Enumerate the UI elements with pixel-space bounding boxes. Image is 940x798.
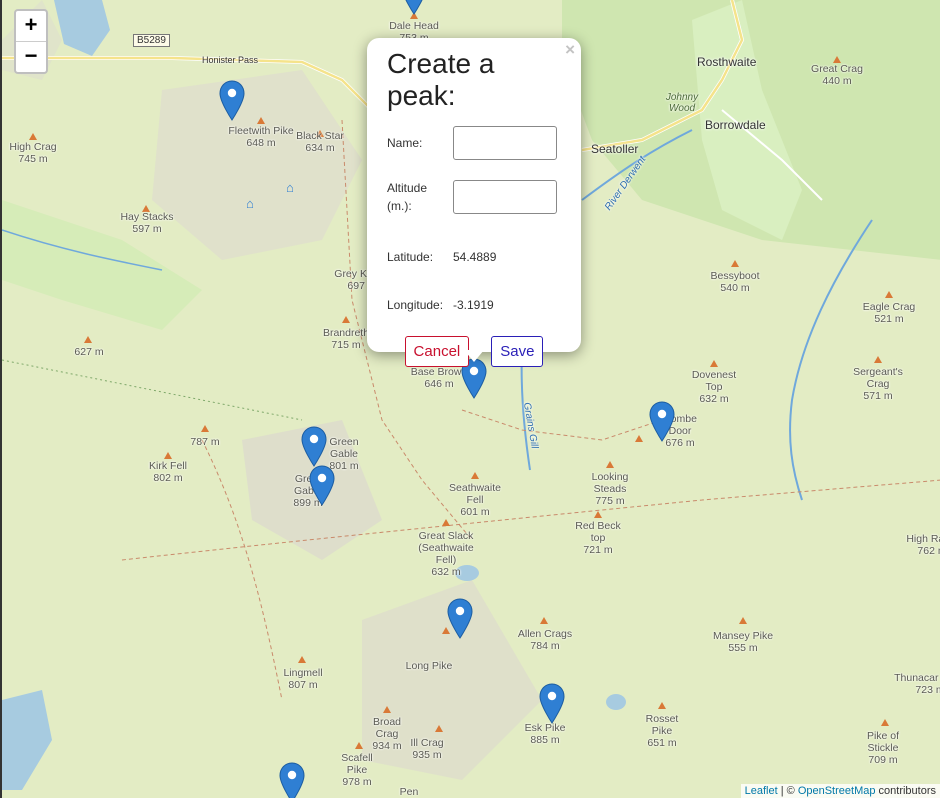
peak-label: Long Pike — [405, 660, 453, 672]
peak-triangle — [342, 316, 350, 323]
hut-icon: ⌂ — [246, 196, 254, 211]
peak-triangle — [298, 656, 306, 663]
peak-label: Broad Crag 934 m — [372, 716, 402, 752]
popup-tip — [464, 350, 484, 362]
latitude-value: 54.4889 — [453, 250, 497, 264]
peak-triangle — [739, 617, 747, 624]
peak-label: Seathwaite Fell 601 m — [449, 482, 501, 518]
latitude-label: Latitude: — [387, 250, 434, 264]
peak-label: Kirk Fell 802 m — [149, 460, 187, 484]
peak-triangle — [471, 472, 479, 479]
cancel-button[interactable]: Cancel — [404, 336, 470, 367]
peak-triangle — [606, 461, 614, 468]
peak-triangle — [84, 336, 92, 343]
latitude-row: Latitude: 54.4889 — [387, 248, 561, 266]
close-icon[interactable]: × — [565, 40, 575, 60]
map-marker[interactable] — [447, 598, 473, 639]
map[interactable]: Rosthwaite Borrowdale Seatoller Johnny W… — [0, 0, 940, 798]
altitude-label: Altitude (m.): — [387, 181, 428, 213]
peak-label: Esk Pike 885 m — [524, 722, 566, 746]
popup-title: Create a peak: — [387, 48, 495, 111]
altitude-row: Altitude (m.): — [387, 178, 561, 216]
place-label-rosthwaite: Rosthwaite — [697, 55, 757, 69]
map-marker[interactable] — [301, 426, 327, 467]
peak-triangle — [833, 56, 841, 63]
map-marker[interactable] — [279, 762, 305, 798]
peak-label: Sergeant's Crag 571 m — [853, 366, 903, 402]
map-marker[interactable] — [401, 0, 427, 15]
create-peak-popup: × Create a peak: Name: Altitude (m.): La… — [367, 38, 581, 367]
peak-label: High Raise762 m — [906, 533, 940, 557]
peak-label: High Crag 745 m — [9, 141, 57, 165]
peak-label: Thunacar Knott723 m — [894, 672, 940, 696]
road-label-honister-pass: Honister Pass — [202, 55, 259, 65]
peak-triangle — [731, 260, 739, 267]
peak-label: Brandreth 715 m — [322, 327, 370, 351]
peak-label: 627 m — [74, 346, 104, 358]
map-marker[interactable] — [309, 465, 335, 506]
longitude-label: Longitude: — [387, 298, 444, 312]
peak-triangle — [874, 356, 882, 363]
peak-triangle — [881, 719, 889, 726]
peak-label: Base Brown 646 m — [410, 366, 468, 390]
peak-label: Pike of Stickle 709 m — [866, 730, 900, 766]
peak-triangle — [885, 291, 893, 298]
peak-triangle — [257, 117, 265, 124]
map-marker[interactable] — [539, 683, 565, 724]
place-label-seatoller: Seatoller — [591, 142, 639, 156]
longitude-row: Longitude: -3.1919 — [387, 296, 561, 314]
peak-triangle — [435, 725, 443, 732]
peak-triangle — [442, 519, 450, 526]
peak-label: Fleetwith Pike 648 m — [228, 125, 294, 149]
map-marker[interactable] — [649, 401, 675, 442]
peak-label: Mansey Pike 555 m — [712, 630, 774, 654]
place-label-johnny-wood: Johnny Wood — [665, 92, 699, 114]
peak-triangle — [540, 617, 548, 624]
attribution-suffix: contributors — [875, 785, 936, 797]
peak-triangle — [710, 360, 718, 367]
peak-label: Red Beck top 721 m — [575, 520, 621, 556]
peak-triangle — [658, 702, 666, 709]
peak-label: Eagle Crag 521 m — [862, 301, 916, 325]
peak-label: Pen — [399, 786, 419, 798]
zoom-out-button[interactable]: − — [16, 41, 46, 72]
peak-label: Allen Crags 784 m — [517, 628, 573, 652]
map-marker[interactable] — [219, 80, 245, 121]
road-badge: B5289 — [133, 34, 170, 47]
peak-label: 787 m — [190, 436, 220, 448]
peak-triangle — [355, 742, 363, 749]
zoom-in-button[interactable]: + — [16, 11, 46, 41]
peak-label: Lingmell 807 m — [283, 667, 323, 691]
peak-label: Hay Stacks 597 m — [120, 211, 174, 235]
place-label-borrowdale: Borrowdale — [705, 118, 766, 132]
leaflet-link[interactable]: Leaflet — [745, 785, 778, 797]
altitude-input[interactable] — [453, 180, 557, 214]
peak-label: Black Star 634 m — [296, 130, 344, 154]
peak-triangle — [383, 706, 391, 713]
attribution-separator: | © — [777, 785, 798, 797]
peak-label: Dovenest Top 632 m — [691, 369, 737, 405]
zoom-control: + − — [14, 9, 48, 74]
osm-link[interactable]: OpenStreetMap — [798, 785, 876, 797]
peak-triangle — [29, 133, 37, 140]
name-row: Name: — [387, 124, 561, 162]
peak-label: Ill Crag 935 m — [410, 737, 444, 761]
peak-triangle — [164, 452, 172, 459]
attribution: Leaflet | © OpenStreetMap contributors — [740, 784, 940, 798]
peak-label: Great Crag 440 m — [811, 63, 863, 87]
peak-label: Scafell Pike 978 m — [341, 752, 373, 788]
hut-icon: ⌂ — [286, 180, 294, 195]
save-button[interactable]: Save — [491, 336, 544, 367]
peak-label: Bessyboot 540 m — [710, 270, 760, 294]
peak-label: Looking Steads 775 m — [591, 471, 629, 507]
peak-triangle — [201, 425, 209, 432]
peak-triangle — [594, 511, 602, 518]
peak-triangle — [635, 435, 643, 442]
name-input[interactable] — [453, 126, 557, 160]
name-label: Name: — [387, 136, 423, 150]
peak-label: Great Slack (Seathwaite Fell) 632 m — [418, 530, 474, 578]
peak-label: Rosset Pike 651 m — [645, 713, 679, 749]
longitude-value: -3.1919 — [453, 298, 494, 312]
